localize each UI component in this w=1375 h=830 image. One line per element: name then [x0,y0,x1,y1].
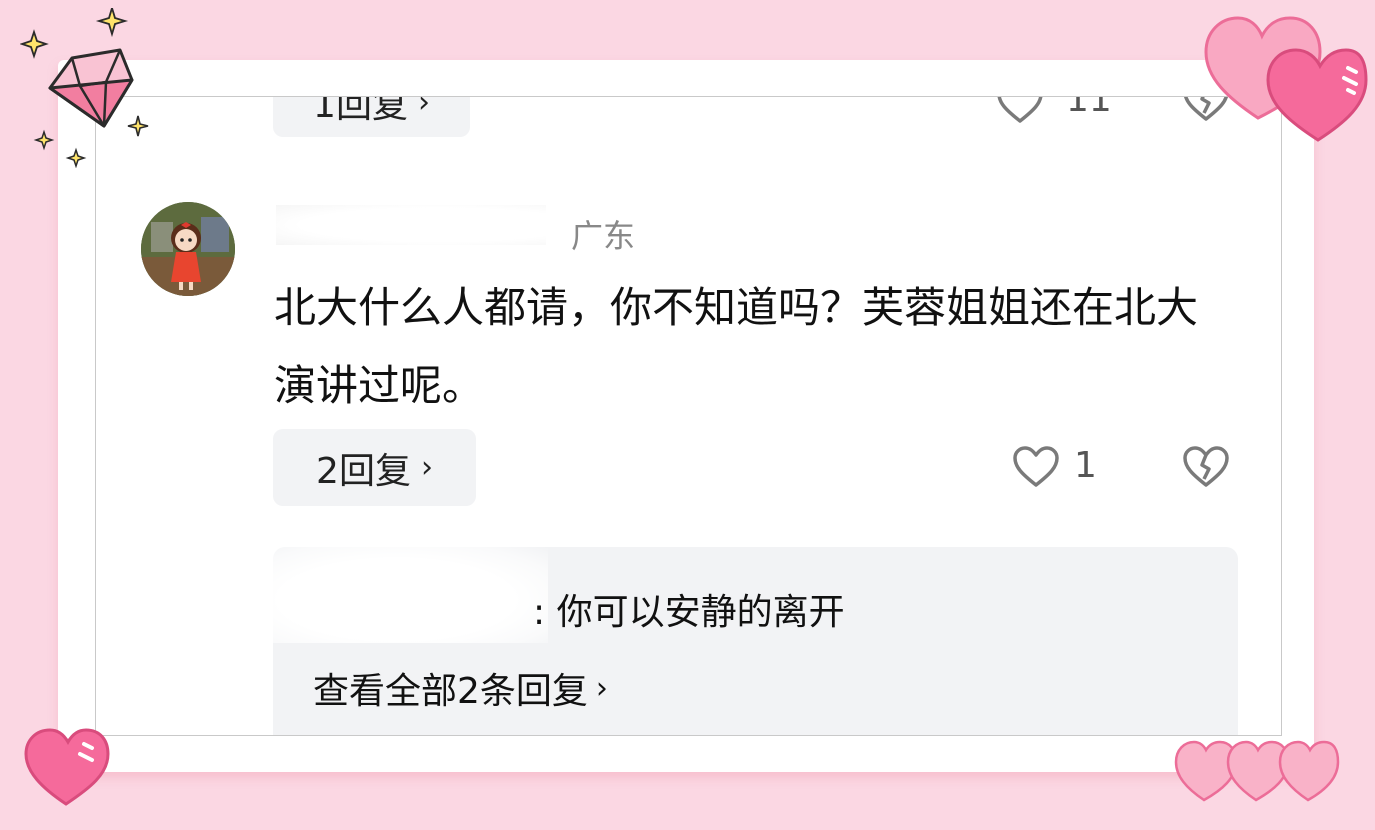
view-all-replies-link[interactable]: 查看全部2条回复 › [313,662,608,714]
view-all-label: 查看全部2条回复 [313,671,588,712]
screenshot-frame: 1回复 › 11 广东 北大什么人都请，你不知道吗？芙蓉姐姐还在北大演讲过呢。 … [95,96,1282,736]
chevron-right-icon: › [595,670,608,706]
reply-button-label: 2回复 [316,450,411,492]
pink-hearts-decoration-icon [1204,16,1368,142]
pink-heart-decoration-icon [24,728,110,806]
username-redaction [276,205,546,245]
previous-reply-button[interactable]: 1回复 › [273,96,470,137]
reply-preview[interactable]: : 你可以安静的离开 查看全部2条回复 › [273,547,1238,735]
location-label: 广东 [571,217,636,255]
heart-outline-icon[interactable] [996,96,1044,125]
reply-preview-text: : 你可以安静的离开 [533,592,845,633]
previous-like-count: 11 [1066,96,1112,120]
broken-heart-outline-icon[interactable] [1182,445,1230,489]
previous-reply-label: 1回复 [313,96,408,126]
heart-outline-icon[interactable] [1012,445,1060,489]
pink-hearts-row-decoration-icon [1174,740,1340,802]
diamond-sparkle-decoration-icon [20,8,149,168]
like-count: 1 [1074,445,1097,486]
reply-button[interactable]: 2回复 › [273,429,476,506]
comment-text: 北大什么人都请，你不知道吗？芙蓉姐姐还在北大演讲过呢。 [274,283,1199,410]
reply-username-redaction [273,547,548,643]
chevron-right-icon: › [420,450,433,485]
avatar[interactable] [141,202,235,296]
chevron-right-icon: › [417,96,430,120]
